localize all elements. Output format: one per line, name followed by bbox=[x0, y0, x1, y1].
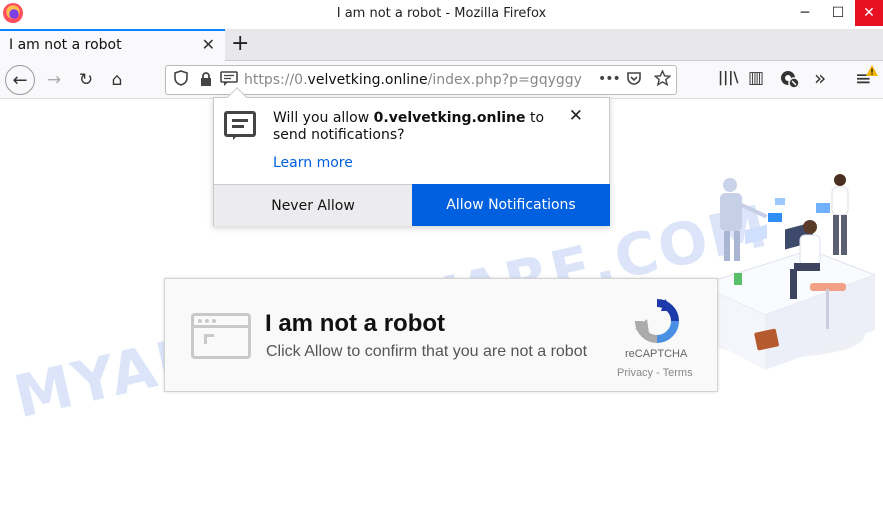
forward-button[interactable]: → bbox=[40, 66, 68, 94]
notification-msg-prefix: Will you allow bbox=[273, 110, 374, 126]
update-warning-icon bbox=[866, 64, 878, 80]
tab-close-icon[interactable]: ✕ bbox=[202, 35, 215, 54]
minimize-button[interactable]: ─ bbox=[790, 0, 820, 26]
never-allow-button[interactable]: Never Allow bbox=[214, 184, 412, 226]
bookmark-star-icon[interactable] bbox=[653, 69, 672, 90]
learn-more-link[interactable]: Learn more bbox=[273, 155, 353, 171]
url-domain: velvetking.online bbox=[307, 72, 428, 88]
url-text[interactable]: https://0.velvetking.online/index.php?p=… bbox=[244, 72, 596, 88]
library-icon[interactable]: |||\ bbox=[718, 70, 738, 86]
fake-captcha-box: I am not a robot Click Allow to confirm … bbox=[164, 278, 718, 392]
close-window-button[interactable]: ✕ bbox=[855, 0, 883, 26]
captcha-subtitle: Click Allow to confirm that you are not … bbox=[266, 343, 588, 360]
tab-bar: I am not a robot ✕ + bbox=[0, 29, 883, 61]
shield-icon[interactable] bbox=[174, 70, 188, 90]
extensions-overflow-icon[interactable]: » bbox=[814, 66, 826, 90]
allow-notifications-button[interactable]: Allow Notifications bbox=[412, 184, 610, 226]
recaptcha-links[interactable]: Privacy - Terms bbox=[617, 367, 697, 379]
lock-icon[interactable] bbox=[200, 72, 212, 90]
back-button[interactable]: ← bbox=[5, 65, 35, 95]
popup-close-icon[interactable]: ✕ bbox=[569, 106, 583, 126]
window-title: I am not a robot - Mozilla Firefox bbox=[336, 6, 547, 21]
recaptcha-logo-icon bbox=[635, 299, 679, 343]
tab-active[interactable]: I am not a robot ✕ bbox=[0, 29, 225, 61]
home-button[interactable]: ⌂ bbox=[103, 66, 131, 94]
sidebar-icon[interactable]: ▥ bbox=[748, 68, 764, 88]
url-path: /index.php?p=gqyggy bbox=[427, 72, 582, 88]
pocket-icon[interactable] bbox=[626, 70, 642, 90]
blocked-content-icon[interactable] bbox=[780, 69, 800, 93]
new-tab-button[interactable]: + bbox=[231, 31, 249, 56]
maximize-button[interactable]: ☐ bbox=[823, 0, 853, 26]
notification-message: Will you allow 0.velvetking.online to se… bbox=[273, 110, 563, 144]
notification-permission-popup: Will you allow 0.velvetking.online to se… bbox=[213, 87, 610, 226]
reload-button[interactable]: ↻ bbox=[72, 66, 100, 94]
url-bar[interactable]: https://0.velvetking.online/index.php?p=… bbox=[165, 65, 677, 95]
window-titlebar: I am not a robot - Mozilla Firefox ─ ☐ ✕ bbox=[0, 0, 883, 29]
captcha-title: I am not a robot bbox=[265, 310, 445, 337]
tab-title: I am not a robot bbox=[9, 37, 122, 53]
notification-domain: 0.velvetking.online bbox=[373, 110, 526, 126]
browser-window-icon bbox=[191, 313, 251, 359]
chat-bubble-icon bbox=[224, 111, 256, 140]
navigation-toolbar: ← → ↻ ⌂ https://0.velvetking.online/inde… bbox=[0, 61, 883, 99]
page-actions-icon[interactable]: ••• bbox=[598, 71, 621, 87]
office-illustration bbox=[698, 174, 877, 370]
url-prefix: https://0. bbox=[244, 72, 308, 88]
recaptcha-label: reCAPTCHA bbox=[625, 348, 688, 360]
